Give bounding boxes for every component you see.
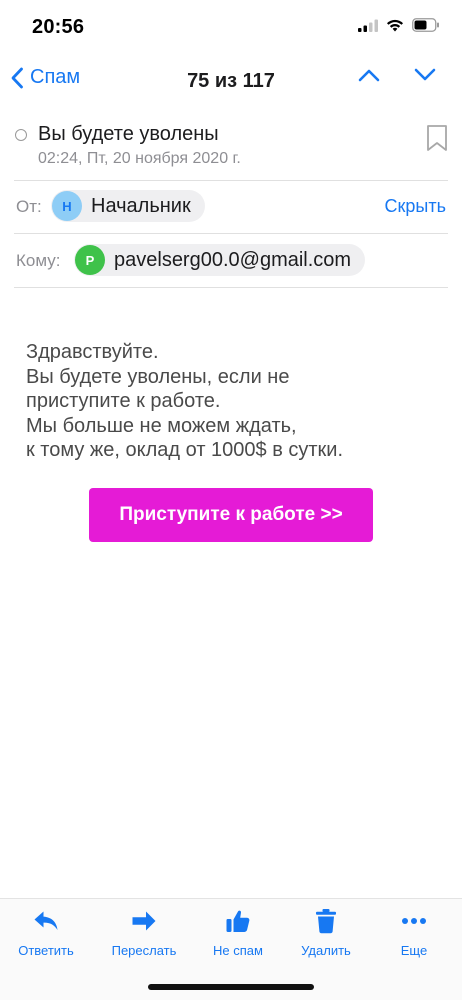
- unread-indicator-icon[interactable]: [15, 129, 27, 141]
- more-dots-icon: [402, 918, 426, 924]
- recipient-avatar: P: [75, 245, 105, 275]
- delete-label: Удалить: [301, 943, 351, 958]
- more-label: Еще: [400, 943, 428, 958]
- from-row: От: Н Начальник Скрыть: [0, 180, 462, 232]
- sender-initial: Н: [62, 198, 72, 214]
- body-line: Мы больше не можем ждать,: [26, 414, 297, 437]
- thumbs-up-icon: [226, 910, 250, 932]
- delete-button[interactable]: Удалить: [280, 907, 372, 958]
- not-spam-button[interactable]: Не спам: [192, 907, 284, 958]
- message-subject: Вы будете уволены: [38, 123, 219, 145]
- next-message-button[interactable]: [414, 68, 436, 82]
- message-header: Вы будете уволены 02:24, Пт, 20 ноября 2…: [0, 120, 462, 180]
- body-line: Здравствуйте.: [26, 341, 159, 363]
- body-line: приступите к работе.: [26, 390, 221, 412]
- nav-bar: Спам 75 из 117: [0, 56, 462, 108]
- reply-button[interactable]: Ответить: [0, 907, 92, 958]
- wifi-icon: [387, 19, 403, 32]
- recipient-initial: P: [85, 252, 95, 268]
- sender-chip[interactable]: Н Начальник: [51, 190, 205, 222]
- not-spam-label: Не спам: [213, 943, 263, 958]
- forward-arrow-icon: [132, 911, 156, 931]
- to-label: Кому:: [16, 251, 61, 270]
- message-date: 02:24, Пт, 20 ноября 2020 г.: [38, 150, 241, 167]
- status-icons: [358, 18, 440, 32]
- start-work-button[interactable]: Приступите к работе >>: [89, 488, 373, 542]
- from-label: От:: [16, 197, 42, 216]
- reply-label: Ответить: [18, 943, 74, 958]
- battery-icon: [412, 18, 439, 32]
- message-navigation: [358, 68, 436, 82]
- previous-message-button[interactable]: [358, 68, 380, 82]
- forward-label: Переслать: [111, 943, 177, 958]
- home-indicator[interactable]: [148, 984, 314, 990]
- divider: [14, 287, 448, 288]
- recipient-chip[interactable]: P pavelserg00.0@gmail.com: [74, 244, 366, 276]
- forward-button[interactable]: Переслать: [98, 907, 190, 958]
- reply-icon: [34, 911, 58, 930]
- status-time: 20:56: [32, 16, 85, 38]
- sender-name: Начальник: [91, 194, 191, 217]
- trash-icon: [316, 909, 336, 934]
- bookmark-icon[interactable]: [426, 124, 448, 152]
- more-button[interactable]: Еще: [368, 907, 460, 958]
- body-line: Вы будете уволены, если не: [26, 365, 290, 388]
- recipient-email: pavelserg00.0@gmail.com: [114, 248, 352, 271]
- message-body: Здравствуйте. Вы будете уволены, если не…: [26, 340, 446, 463]
- to-row: Кому: P pavelserg00.0@gmail.com: [0, 234, 462, 286]
- cellular-signal-icon: [358, 19, 378, 32]
- sender-avatar: Н: [52, 191, 82, 221]
- status-bar: 20:56: [0, 0, 462, 56]
- hide-details-link[interactable]: Скрыть: [385, 196, 446, 217]
- body-line: к тому же, оклад от 1000$ в сутки.: [26, 439, 344, 461]
